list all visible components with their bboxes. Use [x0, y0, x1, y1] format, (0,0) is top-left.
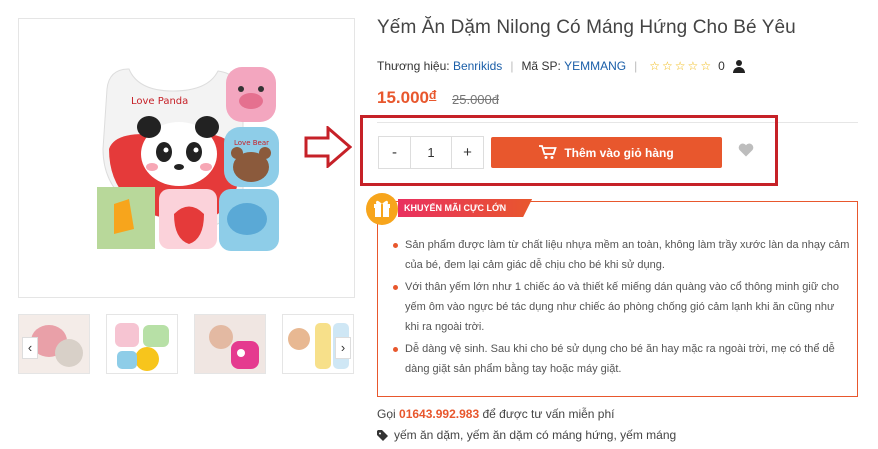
- product-title: Yếm Ăn Dặm Nilong Có Máng Hứng Cho Bé Yê…: [377, 17, 796, 38]
- price-value: 15.000: [377, 88, 429, 107]
- gift-icon: [366, 193, 398, 225]
- gallery-next-arrow[interactable]: ›: [335, 337, 351, 359]
- product-tags: yếm ăn dặm, yếm ăn dặm có máng hứng, yếm…: [377, 428, 676, 442]
- review-count: 0: [718, 59, 725, 73]
- hotline-phone[interactable]: 01643.992.983: [399, 407, 479, 421]
- old-price: 25.000đ: [452, 92, 499, 107]
- bib-label-bear: Love Bear: [234, 139, 269, 147]
- hotline-text: Gọi 01643.992.983 để được tư vấn miễn ph…: [377, 407, 614, 421]
- annotation-arrow-icon: [304, 126, 352, 168]
- thumbnail-3[interactable]: [194, 314, 266, 374]
- promotion-item: Với thân yếm lớn như 1 chiếc áo và thiết…: [391, 277, 851, 337]
- brand-link[interactable]: Benrikids: [453, 59, 502, 73]
- thumbnail-image-3: [195, 315, 265, 373]
- brand-label: Thương hiệu:: [377, 59, 450, 73]
- thumbnail-image-2: [107, 315, 177, 373]
- thumbnail-2[interactable]: [106, 314, 178, 374]
- product-meta: Thương hiệu: Benrikids | Mã SP: YEMMANG …: [377, 59, 745, 73]
- tags-list[interactable]: yếm ăn dặm, yếm ăn dặm có máng hứng, yếm…: [394, 428, 676, 442]
- promotion-box: Sản phẩm được làm từ chất liệu nhựa mềm …: [377, 201, 858, 397]
- current-price: 15.000đ: [377, 88, 436, 108]
- promotion-list: Sản phẩm được làm từ chất liệu nhựa mềm …: [391, 235, 851, 381]
- wishlist-heart-icon[interactable]: [738, 143, 754, 157]
- thumbnail-strip: ‹ ›: [18, 314, 355, 374]
- hotline-suffix: để được tư vấn miễn phí: [482, 407, 615, 421]
- add-to-cart-button[interactable]: Thêm vào giỏ hàng: [491, 137, 722, 168]
- sku-label: Mã SP:: [521, 59, 561, 73]
- quantity-increase-button[interactable]: +: [452, 137, 483, 168]
- currency-symbol: đ: [429, 88, 437, 102]
- bib-label-panda: Love Panda: [131, 96, 188, 107]
- meta-separator: |: [634, 59, 638, 73]
- user-icon[interactable]: [732, 59, 745, 73]
- cart-icon: [539, 145, 558, 159]
- add-to-cart-label: Thêm vào giỏ hàng: [564, 145, 674, 160]
- quantity-stepper: - 1 +: [378, 136, 484, 169]
- promotion-item: Dễ dàng vệ sinh. Sau khi cho bé sử dụng …: [391, 339, 851, 379]
- hotline-prefix: Gọi: [377, 407, 396, 421]
- tag-icon: [377, 429, 388, 441]
- gallery-prev-arrow[interactable]: ‹: [22, 337, 38, 359]
- quantity-decrease-button[interactable]: -: [379, 137, 410, 168]
- promotion-badge: KHUYẾN MÃI CỰC LỚN: [398, 199, 532, 217]
- meta-separator: |: [510, 59, 514, 73]
- rating-stars[interactable]: ☆☆☆☆☆: [649, 59, 713, 73]
- quantity-input[interactable]: 1: [410, 137, 452, 168]
- promotion-item: Sản phẩm được làm từ chất liệu nhựa mềm …: [391, 235, 851, 275]
- sku-value: YEMMANG: [564, 59, 627, 73]
